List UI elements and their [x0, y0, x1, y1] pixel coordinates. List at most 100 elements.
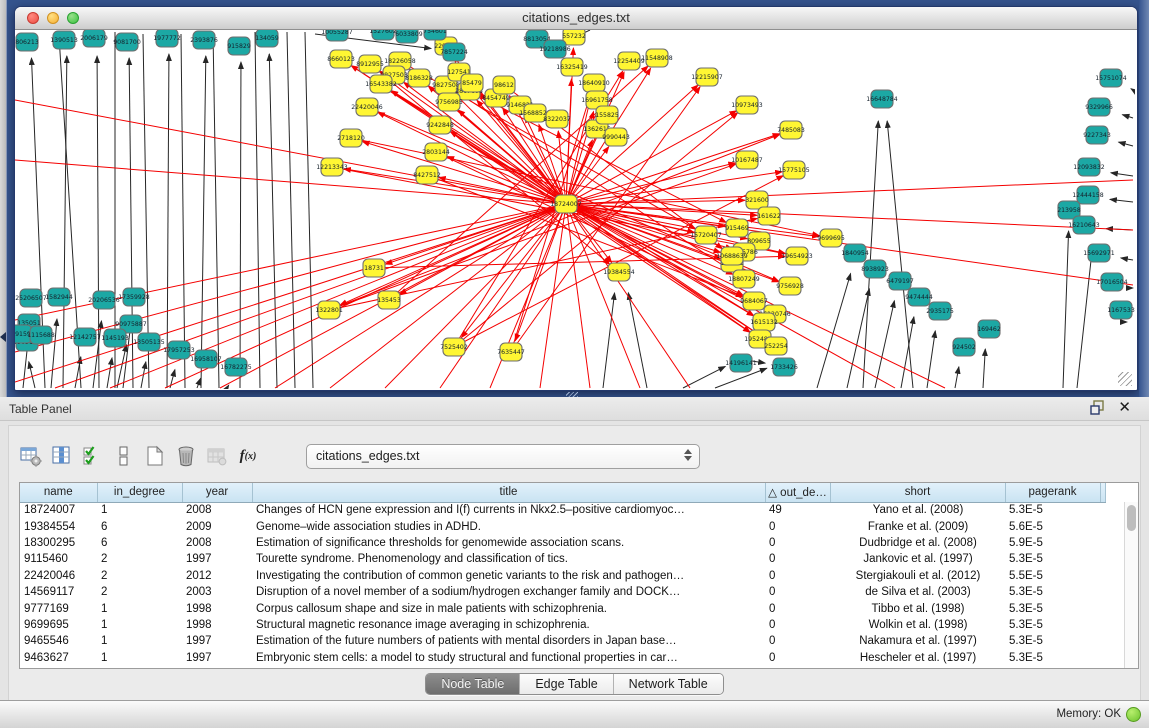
graph-node[interactable]: 19384554 — [603, 263, 635, 281]
graph-node[interactable]: 22420046 — [351, 98, 383, 116]
graph-node[interactable]: 16325419 — [556, 58, 588, 76]
network-canvas[interactable]: 8660123891295518226058982750316543382818… — [15, 30, 1135, 389]
table-scrollbar-thumb[interactable] — [1127, 505, 1136, 531]
table-row[interactable]: 969969511998Structural magnetic resonanc… — [20, 617, 1105, 633]
graph-node[interactable]: 806213 — [15, 33, 39, 51]
graph-node[interactable]: 1145193 — [101, 329, 129, 347]
citation-edge-black[interactable] — [887, 121, 913, 388]
citation-edge-black[interactable] — [181, 34, 185, 388]
citation-edge-black[interactable] — [227, 385, 229, 388]
column-header-pagerank[interactable]: pagerank — [1005, 483, 1100, 502]
graph-node[interactable]: 1733426 — [770, 358, 798, 376]
graph-node[interactable]: 18731 — [363, 259, 385, 277]
citation-edge-red[interactable] — [566, 204, 590, 388]
citation-edge-black[interactable] — [983, 349, 985, 388]
select-rows-icon[interactable] — [81, 444, 105, 468]
create-column-icon[interactable] — [143, 444, 167, 468]
citation-edge-black[interactable] — [1131, 89, 1133, 90]
graph-node[interactable]: 17359928 — [118, 288, 150, 306]
table-row[interactable]: 946362711997Embryonic stem cells: a mode… — [20, 650, 1105, 666]
graph-node[interactable]: 15751074 — [1095, 69, 1127, 87]
graph-node[interactable]: 135453 — [377, 291, 401, 309]
column-header-short[interactable]: short — [830, 483, 1005, 502]
graph-node[interactable]: 1840954 — [841, 244, 869, 262]
graph-node[interactable]: 252254 — [764, 337, 788, 355]
citation-edge-red[interactable] — [385, 204, 566, 388]
graph-node[interactable]: 8660123 — [327, 50, 355, 68]
graph-node[interactable]: 1322801 — [315, 301, 343, 319]
citation-edge-red[interactable] — [341, 59, 766, 339]
citation-edge-red[interactable] — [400, 204, 566, 294]
graph-node[interactable]: 9699695 — [817, 229, 845, 247]
citation-edge-black[interactable] — [603, 293, 615, 388]
graph-node[interactable]: 6479197 — [886, 272, 914, 290]
graph-node[interactable]: 9474444 — [905, 288, 933, 306]
graph-node[interactable]: 14196141 — [725, 354, 757, 372]
citation-edge-black[interactable] — [167, 54, 169, 388]
graph-node[interactable]: 16958107 — [190, 350, 222, 368]
graph-node[interactable]: 1527602 — [369, 30, 397, 40]
citation-edge-black[interactable] — [875, 301, 894, 388]
column-header-name[interactable]: name — [20, 483, 97, 502]
table-row[interactable]: 1872400712008Changes of HCN gene express… — [20, 502, 1105, 518]
graph-node[interactable]: 98612 — [493, 76, 515, 94]
graph-node[interactable]: 12254409 — [613, 52, 645, 70]
citation-edge-black[interactable] — [201, 56, 206, 388]
citation-edge-black[interactable] — [1077, 245, 1093, 388]
citation-edge-black[interactable] — [1119, 142, 1133, 146]
delete-column-icon[interactable] — [174, 444, 198, 468]
graph-node[interactable]: 754601 — [423, 30, 447, 40]
column-header-△ out_de…[interactable]: △ out_de… — [765, 483, 830, 502]
network-window-titlebar[interactable]: citations_edges.txt — [15, 7, 1137, 30]
close-panel-icon[interactable]: ✕ — [1118, 400, 1131, 415]
graph-node[interactable]: 1390513 — [50, 31, 78, 49]
window-resize-grip[interactable] — [1118, 372, 1132, 386]
column-header-year[interactable]: year — [182, 483, 252, 502]
graph-node[interactable]: 2393876 — [190, 31, 218, 49]
citation-edge-black[interactable] — [305, 32, 313, 388]
graph-node[interactable]: 8938923 — [861, 260, 889, 278]
table-row[interactable]: 1938455462009Genome–wide association stu… — [20, 518, 1105, 534]
citation-edge-black[interactable] — [628, 293, 647, 388]
graph-node[interactable]: 9227343 — [1083, 126, 1111, 144]
graph-node[interactable]: 18640910 — [578, 74, 610, 92]
citation-edge-red[interactable] — [362, 142, 566, 204]
citation-edge-black[interactable] — [197, 378, 201, 388]
float-panel-icon[interactable] — [1090, 400, 1106, 415]
graph-node[interactable]: 15720407 — [690, 226, 722, 244]
collapse-west-panel-arrow[interactable] — [0, 332, 6, 342]
graph-node[interactable]: 10973493 — [731, 96, 763, 114]
graph-node[interactable]: 85479 — [461, 74, 483, 92]
graph-node[interactable]: 161622 — [757, 207, 781, 225]
tab-network-table[interactable]: Network Table — [614, 674, 723, 694]
graph-node[interactable]: 9990443 — [602, 128, 630, 146]
graph-node[interactable]: 15775105 — [778, 161, 810, 179]
row-height-icon[interactable] — [112, 444, 136, 468]
graph-node[interactable]: 9756985 — [435, 93, 463, 111]
citation-edge-black[interactable] — [107, 358, 112, 388]
show-columns-icon[interactable] — [50, 444, 74, 468]
column-header-in_degree[interactable]: in_degree — [97, 483, 182, 502]
graph-node[interactable]: 13505135 — [133, 333, 165, 351]
graph-node[interactable]: 9242848 — [426, 116, 454, 134]
graph-node[interactable]: 2718120 — [337, 129, 365, 147]
table-row[interactable]: 1830029562008Estimation of significance … — [20, 535, 1105, 551]
graph-node[interactable]: 134059 — [255, 30, 279, 47]
graph-node[interactable]: 12093832 — [1073, 158, 1105, 176]
citation-edge-red[interactable] — [566, 204, 1133, 230]
table-row[interactable]: 946554611997Estimation of the future num… — [20, 633, 1105, 649]
graph-node[interactable]: 12213343 — [316, 158, 348, 176]
citation-edge-black[interactable] — [29, 362, 35, 388]
citation-edge-red[interactable] — [275, 204, 566, 388]
citation-edge-black[interactable] — [287, 32, 295, 388]
graph-node[interactable]: 8322037 — [543, 110, 571, 128]
graph-node[interactable]: 915469 — [725, 219, 749, 237]
citation-edge-black[interactable] — [683, 366, 725, 388]
citation-edge-red[interactable] — [110, 204, 566, 388]
graph-node[interactable]: 155825 — [595, 106, 619, 124]
table-row[interactable]: 911546021997Tourette syndrome. Phenomeno… — [20, 551, 1105, 567]
graph-node[interactable]: 915829 — [227, 37, 251, 55]
graph-node[interactable]: 169462 — [977, 320, 1001, 338]
graph-node[interactable]: 8912955 — [356, 55, 384, 73]
network-window[interactable]: citations_edges.txt 86601238912955182260… — [14, 6, 1138, 391]
